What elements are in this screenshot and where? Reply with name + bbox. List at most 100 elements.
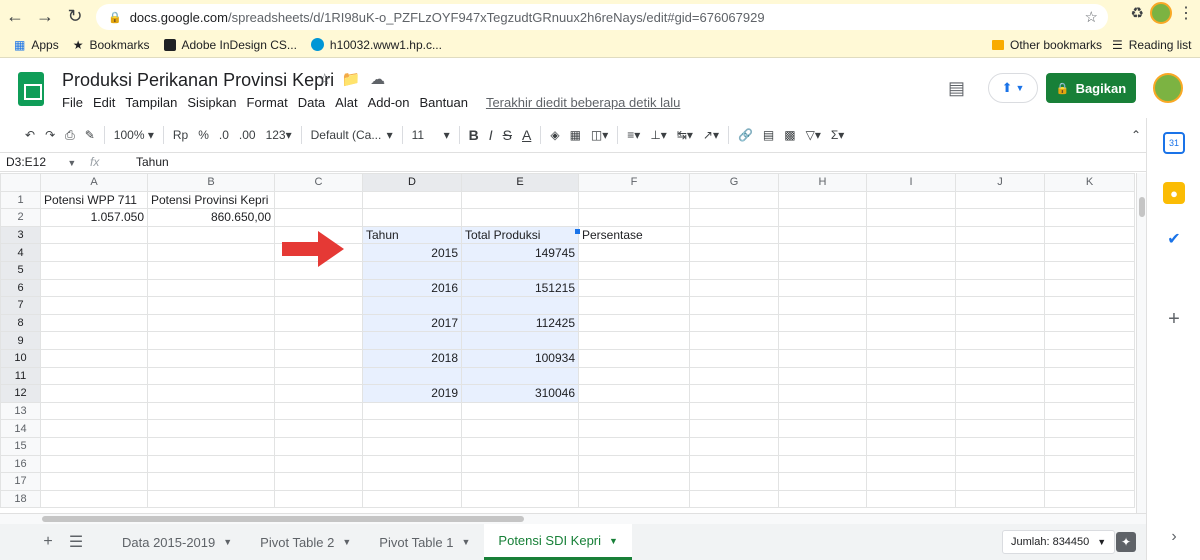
cell[interactable] [778, 190, 867, 210]
cell[interactable] [866, 401, 956, 421]
cell[interactable] [1044, 225, 1135, 245]
cell[interactable] [689, 454, 779, 474]
cell[interactable] [689, 260, 779, 280]
cell[interactable]: 149745 [461, 243, 579, 262]
cell[interactable] [689, 243, 779, 262]
cell[interactable] [955, 366, 1045, 386]
bold-button[interactable]: B [464, 123, 484, 147]
share-button[interactable]: 🔒 Bagikan [1046, 73, 1136, 103]
last-edit-link[interactable]: Terakhir diedit beberapa detik lalu [486, 95, 680, 110]
cell[interactable] [147, 260, 275, 280]
cell[interactable] [40, 313, 148, 333]
cell[interactable] [689, 419, 779, 438]
cell[interactable] [689, 366, 779, 386]
text-wrap-icon[interactable]: ↹▾ [672, 123, 698, 147]
cell[interactable] [40, 260, 148, 280]
paint-format-icon[interactable]: ✎ [80, 123, 100, 147]
cell[interactable] [461, 331, 579, 350]
cell[interactable] [778, 454, 867, 474]
cell[interactable] [362, 260, 462, 280]
cell[interactable]: 860.650,00 [147, 208, 275, 227]
cell[interactable] [274, 296, 363, 315]
print-icon[interactable]: ⎙ [60, 123, 80, 147]
cell[interactable] [955, 331, 1045, 350]
cell[interactable] [147, 454, 275, 474]
cell[interactable] [689, 401, 779, 421]
cell[interactable] [1044, 260, 1135, 280]
browser-menu-icon[interactable]: ⋮ [1178, 3, 1194, 23]
cell[interactable] [40, 296, 148, 315]
insert-link-icon[interactable]: 🔗 [733, 123, 758, 147]
sheet-tab-data-2015-2019[interactable]: Data 2015-2019 ▼ [108, 524, 246, 560]
cell[interactable] [461, 366, 579, 386]
cell[interactable] [955, 278, 1045, 298]
name-box[interactable]: D3:E12 ▼ [0, 155, 90, 169]
cell[interactable] [362, 454, 462, 474]
cell[interactable] [40, 348, 148, 368]
cell[interactable] [40, 243, 148, 262]
bookmark-hp[interactable]: h10032.www1.hp.c... [310, 38, 442, 52]
bookmark-apps[interactable]: ▦ Apps [14, 38, 59, 52]
vertical-scroll-thumb[interactable] [1139, 197, 1145, 217]
sheet-tab-potensi-sdi-kepri[interactable]: Potensi SDI Kepri ▼ [484, 524, 632, 560]
cell[interactable] [147, 419, 275, 438]
cell[interactable] [1044, 208, 1135, 227]
cell[interactable] [147, 348, 275, 368]
cell[interactable] [866, 454, 956, 474]
sheets-logo-icon[interactable] [18, 72, 44, 106]
cell[interactable]: 2018 [362, 348, 462, 368]
cell[interactable] [778, 472, 867, 491]
cell[interactable] [362, 208, 462, 227]
strikethrough-button[interactable]: S [498, 123, 517, 147]
borders-icon[interactable]: ▦ [565, 123, 586, 147]
cell[interactable] [578, 190, 690, 210]
cell[interactable] [147, 296, 275, 315]
cell[interactable] [866, 348, 956, 368]
cell[interactable] [1044, 436, 1135, 456]
cell[interactable] [866, 190, 956, 210]
menu-view[interactable]: Tampilan [125, 95, 177, 110]
cell[interactable] [362, 190, 462, 210]
cell[interactable] [866, 366, 956, 386]
column-header[interactable]: H [778, 173, 867, 192]
cell[interactable]: Persentase [578, 225, 690, 245]
cell[interactable] [274, 208, 363, 227]
cell[interactable] [1044, 243, 1135, 262]
text-rotation-icon[interactable]: ↗▾ [698, 123, 724, 147]
cell[interactable] [40, 366, 148, 386]
cell[interactable]: Potensi WPP 711 [40, 190, 148, 210]
row-header[interactable]: 3 [0, 225, 41, 245]
bookmark-star-icon[interactable]: ☆ [1085, 8, 1098, 26]
cell[interactable] [40, 472, 148, 491]
cell[interactable] [1044, 366, 1135, 386]
cell[interactable] [689, 331, 779, 350]
calendar-icon[interactable]: 31 [1163, 132, 1185, 154]
cell[interactable] [689, 225, 779, 245]
cell[interactable]: 151215 [461, 278, 579, 298]
cell[interactable] [955, 489, 1045, 509]
cell[interactable] [866, 260, 956, 280]
keep-icon[interactable]: ● [1163, 182, 1185, 204]
cell[interactable] [461, 260, 579, 280]
cell[interactable] [866, 331, 956, 350]
cell[interactable] [274, 313, 363, 333]
bookmark-bookmarks[interactable]: ★ Bookmarks [73, 38, 150, 52]
cell[interactable] [147, 313, 275, 333]
cell[interactable] [778, 384, 867, 403]
sum-indicator[interactable]: Jumlah: 834450 ▼ [1002, 530, 1116, 554]
star-icon[interactable]: ☆ [318, 70, 331, 88]
row-header[interactable]: 8 [0, 313, 41, 333]
cell[interactable] [274, 331, 363, 350]
forward-icon[interactable]: → [30, 1, 60, 31]
row-header[interactable]: 14 [0, 419, 41, 438]
cell[interactable] [147, 278, 275, 298]
cell[interactable] [578, 243, 690, 262]
cell[interactable] [274, 401, 363, 421]
cell[interactable] [866, 489, 956, 509]
font-select[interactable]: Default (Ca... ▾ [306, 123, 398, 147]
insert-chart-icon[interactable]: ▩ [779, 123, 800, 147]
formula-input[interactable]: Tahun [130, 155, 169, 169]
cell[interactable] [274, 419, 363, 438]
cell[interactable] [955, 348, 1045, 368]
cell[interactable] [778, 489, 867, 509]
